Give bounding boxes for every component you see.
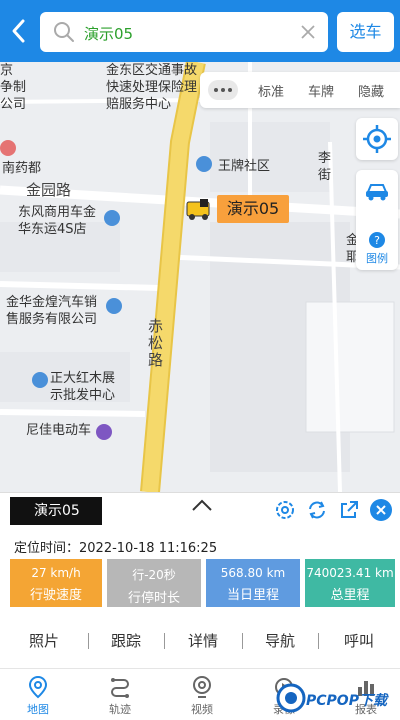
map-label-dongfeng: 东风商用车金 华东运4S店	[18, 205, 97, 237]
close-circle-icon[interactable]	[370, 499, 392, 521]
watermark-text: PCPOP下载	[306, 693, 387, 709]
location-time-label: 定位时间：	[14, 541, 80, 556]
nav-label-map: 地图	[27, 703, 49, 716]
shop-icon[interactable]	[96, 424, 112, 440]
location-time-value: 2022-10-18 11:16:25	[79, 541, 218, 556]
map-pin-icon	[28, 675, 48, 699]
search-input[interactable]: 演示05	[84, 23, 133, 44]
stat-daily-mileage-value: 568.80 km	[220, 566, 286, 580]
layer-option-hide[interactable]: 隐藏	[358, 81, 384, 100]
layer-switch-bar: 标准 车牌 隐藏	[200, 72, 400, 108]
car-shop-icon[interactable]	[104, 210, 120, 226]
chevron-up-icon[interactable]	[190, 497, 214, 513]
stat-total-mileage-value: 740023.41 km	[306, 566, 394, 580]
search-icon	[54, 22, 74, 42]
details-button[interactable]: 详情	[164, 619, 242, 663]
map-label-zhengda: 正大红木展 示批发中心	[50, 371, 116, 403]
gear-icon[interactable]	[274, 499, 296, 521]
close-icon[interactable]	[298, 22, 318, 42]
stat-speed: 27 km/h 行驶速度	[10, 559, 102, 607]
layer-option-plate[interactable]: 车牌	[308, 81, 334, 100]
watermark: PCPOP下载	[276, 680, 400, 716]
nav-item-map[interactable]: 地图	[8, 671, 68, 720]
stat-speed-value: 27 km/h	[31, 566, 81, 580]
select-car-button[interactable]: 选车	[337, 12, 394, 52]
map-label-traffic-center: 金东区交通事故 快速处理保险理 赔服务中心	[106, 63, 198, 112]
side-tool-panel: ? 图例	[356, 170, 398, 270]
map-label-nanyaodu: 南药都	[2, 161, 42, 176]
car-icon[interactable]	[364, 180, 390, 202]
back-button[interactable]	[6, 16, 32, 46]
nav-item-video[interactable]: 视频	[172, 671, 232, 720]
route-icon	[111, 678, 129, 698]
stat-daily-mileage: 568.80 km 当日里程	[206, 559, 300, 607]
vehicle-marker-icon[interactable]	[184, 197, 214, 221]
search-box[interactable]: 演示05	[40, 12, 328, 52]
chevron-left-icon	[12, 19, 25, 43]
map-label-jinhuang: 金华金煌汽车销 售服务有限公司	[6, 295, 98, 327]
vehicle-name: 演示05	[10, 497, 102, 525]
legend-label[interactable]: 图例	[356, 250, 398, 266]
stat-total-mileage-label: 总里程	[330, 588, 370, 603]
map-label-nijia: 尼佳电动车	[26, 423, 92, 438]
location-time: 定位时间：2022-10-18 11:16:25	[14, 537, 217, 556]
svg-text:?: ?	[374, 234, 380, 247]
map-label-jinyuan-road: 金园路	[26, 181, 72, 199]
nav-label-video: 视频	[191, 703, 213, 716]
camera-icon	[193, 676, 211, 698]
help-icon[interactable]: ?	[369, 232, 385, 248]
stat-duration-label: 行停时长	[127, 591, 180, 606]
share-icon[interactable]	[338, 499, 360, 521]
vehicle-info-panel: 演示05 定位时间：2022-10-18 11:16:25 27 km/h 行驶…	[0, 492, 400, 668]
map-label-left-edge: 京争制 公司	[0, 63, 27, 112]
vehicle-tag[interactable]: 演示05	[217, 195, 289, 223]
stat-daily-mileage-label: 当日里程	[226, 588, 279, 603]
map-view[interactable]: 金东区交通事故 快速处理保险理 赔服务中心 京争制 公司 南药都 王牌社区 李街 金园…	[0, 62, 400, 492]
map-label-liqi-street: 李街	[318, 151, 332, 183]
car-shop-icon[interactable]	[106, 298, 122, 314]
locate-button[interactable]	[356, 118, 398, 160]
map-label-wangpai: 王牌社区	[218, 159, 271, 174]
poi-pin-icon[interactable]	[196, 156, 212, 172]
locate-icon	[363, 125, 391, 153]
map-label-chisong-road: 赤松路	[148, 317, 164, 369]
poi-pin-icon[interactable]	[32, 372, 48, 388]
nav-item-track[interactable]: 轨迹	[90, 671, 150, 720]
stat-speed-label: 行驶速度	[29, 588, 82, 603]
action-bar: 照片 跟踪 详情 导航 呼叫	[0, 619, 400, 663]
refresh-icon[interactable]	[306, 499, 328, 521]
poi-pin-icon[interactable]	[0, 140, 16, 156]
navigate-button[interactable]: 导航	[242, 619, 318, 663]
stat-total-mileage: 740023.41 km 总里程	[305, 559, 395, 607]
photo-button[interactable]: 照片	[0, 619, 88, 663]
top-bar: 演示05 选车	[0, 0, 400, 62]
nav-label-track: 轨迹	[109, 703, 131, 716]
more-icon[interactable]	[208, 80, 238, 100]
stat-duration-value: 行-20秒	[132, 568, 176, 582]
track-button[interactable]: 跟踪	[88, 619, 164, 663]
stat-duration: 行-20秒 行停时长	[107, 559, 201, 607]
layer-option-standard[interactable]: 标准	[258, 81, 284, 100]
watermark-logo-icon	[276, 683, 306, 713]
call-button[interactable]: 呼叫	[318, 619, 400, 663]
